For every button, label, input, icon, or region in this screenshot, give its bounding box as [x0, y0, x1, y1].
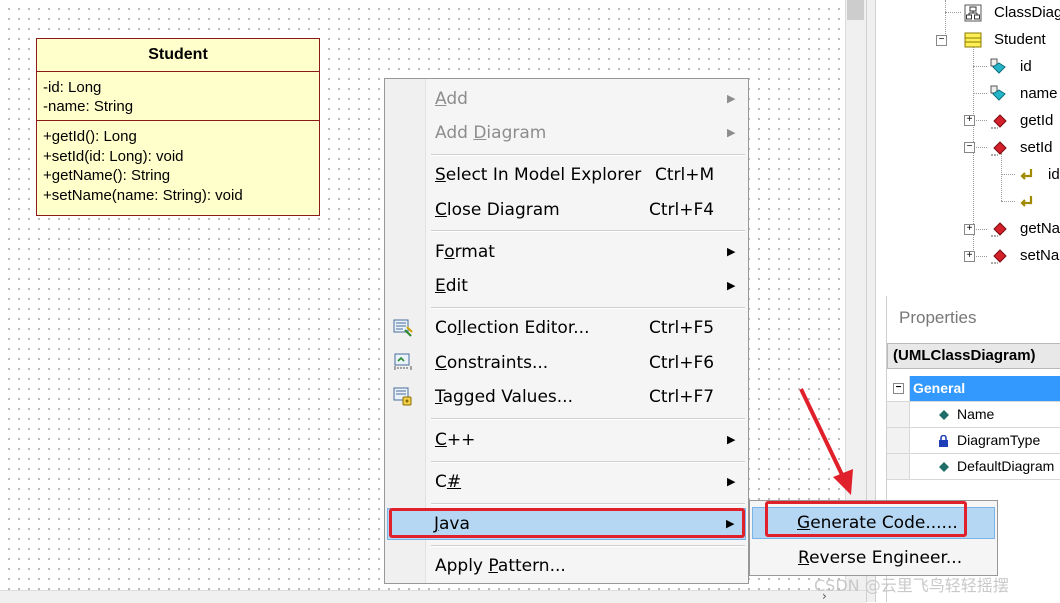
submenu-arrow-icon: ▶ — [727, 245, 736, 258]
expand-toggle-icon[interactable]: + — [964, 251, 975, 262]
properties-title: Properties — [899, 308, 977, 327]
tree-item-label: id — [1020, 58, 1032, 75]
menu-shortcut: Ctrl+M — [655, 165, 715, 185]
operation-icon — [991, 222, 1007, 237]
menu-item-cpp[interactable]: C++ ▶ — [387, 424, 746, 456]
annotation-highlight-java — [389, 508, 745, 538]
property-row-diagramtype[interactable]: DiagramType — [887, 428, 1060, 454]
menu-item-csharp[interactable]: C# ▶ — [387, 466, 746, 498]
collection-editor-icon — [393, 319, 413, 337]
collapse-toggle-icon[interactable]: − — [964, 142, 975, 153]
property-group-general[interactable]: − General — [887, 376, 1060, 402]
uml-operation: +setId(id: Long): void — [43, 147, 184, 165]
annotation-arrow-icon — [799, 388, 853, 495]
menu-shortcut: Ctrl+F5 — [649, 318, 715, 338]
property-label: DiagramType — [957, 432, 1041, 448]
uml-operation-compartment: +getId(): Long +setId(id: Long): void +g… — [37, 121, 319, 209]
expand-toggle-icon[interactable]: + — [964, 224, 975, 235]
horizontal-scrollbar[interactable] — [0, 590, 866, 603]
expand-toggle-icon[interactable]: + — [964, 115, 975, 126]
tree-item-label: id — [1048, 166, 1060, 183]
property-row-name[interactable]: Name — [887, 402, 1060, 428]
tree-item-label: name — [1020, 85, 1058, 102]
uml-operation: +setName(name: String): void — [43, 186, 243, 204]
submenu-arrow-icon: ▶ — [727, 433, 736, 446]
property-label: Name — [957, 406, 995, 422]
submenu-arrow-icon: ▶ — [727, 126, 736, 139]
lock-icon — [939, 435, 948, 447]
attribute-icon — [990, 58, 1006, 74]
menu-item-reverse-engineer[interactable]: Reverse Engineer... — [752, 542, 995, 574]
property-row-defaultdiagram[interactable]: DefaultDiagram — [887, 454, 1060, 480]
tree-item-label: Student — [994, 31, 1046, 48]
return-parameter-icon — [1020, 196, 1033, 207]
submenu-arrow-icon: ▶ — [727, 279, 736, 292]
menu-item-close-diagram[interactable]: Close Diagram Ctrl+F4 — [387, 194, 746, 226]
class-icon — [964, 32, 982, 48]
vertical-scrollbar-thumb[interactable] — [847, 0, 864, 20]
model-explorer-tree: ClassDiag − Student id name + getId − se… — [876, 0, 1060, 280]
menu-shortcut: Ctrl+F4 — [649, 200, 715, 220]
menu-item-add-diagram[interactable]: Add Diagram ▶ — [387, 117, 746, 149]
annotation-highlight-generate-code — [765, 501, 967, 537]
uml-attribute: -name: String — [43, 98, 134, 115]
properties-grid: − General Name DiagramType DefaultDiagra… — [887, 376, 1060, 480]
menu-item-add[interactable]: Add ▶ — [387, 83, 746, 115]
submenu-arrow-icon: ▶ — [727, 475, 736, 488]
menu-shortcut: Ctrl+F6 — [649, 353, 715, 373]
uml-attribute-compartment: -id: Long -name: String — [37, 72, 319, 121]
menu-item-format[interactable]: Format ▶ — [387, 236, 746, 268]
operation-icon — [991, 249, 1007, 264]
menu-item-apply-pattern[interactable]: Apply Pattern... — [387, 550, 746, 582]
tree-item-label: setId — [1020, 139, 1053, 156]
constraints-icon — [394, 353, 412, 370]
watermark-text: CSDN @云里飞鸟轻轻摇摆 — [814, 576, 1009, 595]
class-diagram-icon — [964, 4, 982, 22]
menu-item-collection-editor[interactable]: Collection Editor... Ctrl+F5 — [387, 312, 746, 344]
menu-item-constraints[interactable]: Constraints... Ctrl+F6 — [387, 347, 746, 379]
collapse-toggle-icon[interactable]: − — [936, 35, 947, 46]
property-group-label: General — [913, 380, 966, 396]
uml-operation: +getId(): Long — [43, 128, 137, 145]
uml-class-student[interactable]: Student -id: Long -name: String +getId()… — [36, 38, 320, 216]
menu-separator — [431, 418, 745, 420]
menu-separator — [431, 503, 745, 505]
menu-separator — [431, 461, 745, 463]
properties-object-selector[interactable]: (UMLClassDiagram) — [887, 343, 1060, 369]
menu-separator — [431, 307, 745, 309]
menu-separator — [431, 154, 745, 156]
uml-attribute: -id: Long — [43, 79, 102, 96]
tree-item-label: getNa — [1020, 220, 1060, 237]
uml-class-name: Student — [37, 39, 319, 72]
parameter-icon — [1020, 169, 1033, 180]
diamond-icon — [939, 462, 949, 472]
attribute-icon — [990, 85, 1006, 101]
menu-shortcut: Ctrl+F7 — [649, 387, 715, 407]
menu-separator — [431, 545, 745, 547]
menu-separator — [431, 230, 745, 232]
tree-item-label: getId — [1020, 112, 1054, 129]
menu-item-select-in-model-explorer[interactable]: Select In Model Explorer Ctrl+M — [387, 159, 746, 191]
submenu-arrow-icon: ▶ — [727, 92, 736, 105]
property-label: DefaultDiagram — [957, 458, 1055, 474]
diamond-icon — [939, 410, 949, 420]
operation-icon — [991, 114, 1007, 129]
operation-icon — [991, 141, 1007, 156]
menu-item-tagged-values[interactable]: Tagged Values... Ctrl+F7 — [387, 381, 746, 413]
tree-item-label: ClassDiag — [994, 4, 1060, 21]
menu-item-edit[interactable]: Edit ▶ — [387, 270, 746, 302]
collapse-toggle-icon[interactable]: − — [893, 383, 904, 394]
uml-operation: +getName(): String — [43, 167, 171, 184]
tree-item-label: setNa — [1020, 247, 1060, 264]
tagged-values-icon — [393, 387, 412, 406]
